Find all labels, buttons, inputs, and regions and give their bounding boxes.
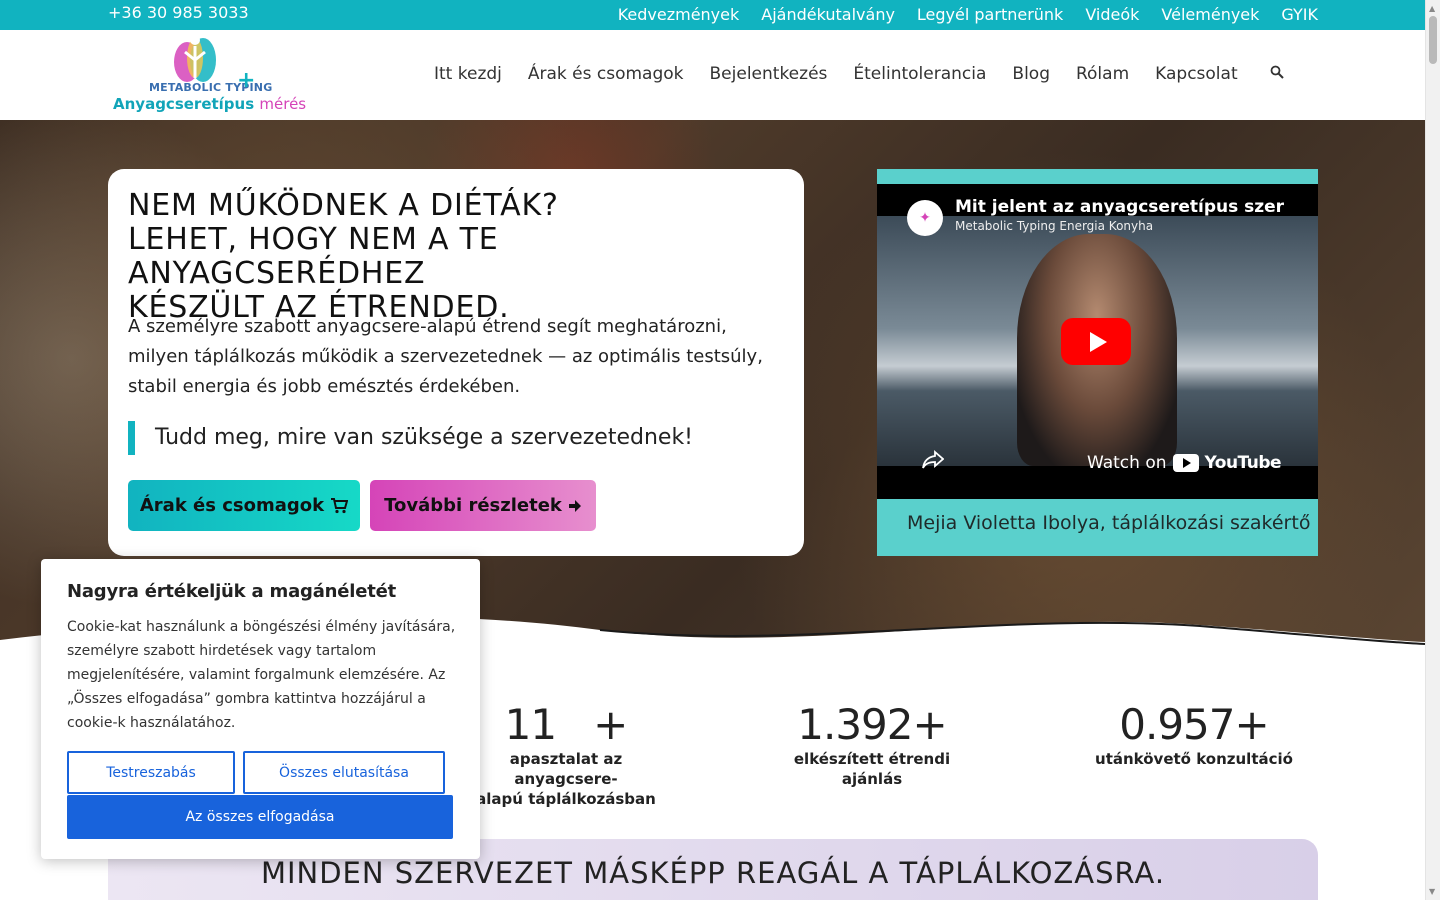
stat-suffix: + [593, 700, 628, 749]
logo-figure-icon [174, 35, 216, 82]
stat-label: utánkövető konzultáció [1095, 750, 1293, 768]
stat-value: 1.392 [797, 700, 913, 749]
nav-item-blog[interactable]: Blog [1012, 64, 1050, 84]
nav-item-arak[interactable]: Árak és csomagok [528, 64, 684, 84]
scroll-up-icon[interactable]: ▲ [1429, 4, 1435, 13]
hero-title-line1: NEM MŰKÖDNEK A DIÉTÁK? [128, 188, 559, 223]
top-bar: +36 30 985 3033 Kedvezmények Ajándékutal… [0, 0, 1425, 30]
page-scrollbar[interactable]: ▲ ▼ [1425, 0, 1440, 900]
channel-avatar-icon[interactable]: ✦ [907, 200, 943, 236]
top-link-gyik[interactable]: GYIK [1281, 5, 1318, 24]
site-header: METABOLIC TYPING + Anyagcseretípus mérés… [0, 30, 1425, 120]
youtube-wordmark: YouTube [1204, 453, 1282, 473]
cookie-consent-dialog: Nagyra értékeljük a magánéletét Cookie-k… [41, 559, 480, 859]
logo-big-text: Anyagcseretípus mérés [113, 95, 306, 113]
nav-item-itt-kezdj[interactable]: Itt kezdj [434, 64, 502, 84]
nav-item-rolam[interactable]: Rólam [1076, 64, 1129, 84]
logo-big-text-main: Anyagcseretípus [113, 95, 255, 113]
stat-label: elkészített étrendi ajánlás [793, 750, 951, 788]
logo-big-text-pink: mérés [259, 95, 307, 113]
stat-label: apasztalat az anyagcsere-alapú táplálkoz… [466, 749, 666, 809]
stat-consultations: 0.957+ utánkövető konzultáció [1094, 700, 1294, 769]
watch-on-label: Watch on [1087, 453, 1167, 473]
nav-item-etelintolerancia[interactable]: Ételintolerancia [853, 64, 986, 84]
watch-on-youtube-link[interactable]: Watch on YouTube [1087, 448, 1282, 478]
hero-card: NEM MŰKÖDNEK A DIÉTÁK? LEHET, HOGY NEM A… [108, 169, 804, 556]
youtube-embed[interactable]: ✦ Mit jelent az anyagcseretípus szerinti… [877, 184, 1318, 499]
video-caption: Mejia Violetta Ibolya, táplálkozási szak… [907, 512, 1311, 534]
hero-quote: Tudd meg, mire van szüksége a szervezete… [128, 421, 693, 455]
top-links: Kedvezmények Ajándékutalvány Legyél part… [618, 5, 1318, 24]
share-icon[interactable] [922, 450, 945, 475]
site-logo[interactable]: METABOLIC TYPING + Anyagcseretípus mérés [113, 30, 306, 118]
prices-button-label: Árak és csomagok [139, 495, 325, 516]
nav-item-kapcsolat[interactable]: Kapcsolat [1155, 64, 1237, 84]
youtube-logo-icon [1172, 454, 1199, 472]
stat-suffix: + [912, 700, 948, 749]
phone-number[interactable]: +36 30 985 3033 [108, 3, 249, 22]
nav-item-bejelentkezes[interactable]: Bejelentkezés [710, 64, 828, 84]
video-channel[interactable]: Metabolic Typing Energia Konyha [955, 219, 1153, 233]
stat-label-line1: apasztalat az anyagcsere- [509, 750, 623, 788]
hero-description: A személyre szabott anyagcsere-alapú étr… [128, 316, 763, 397]
stat-suffix: + [1234, 700, 1270, 749]
cookie-title: Nagyra értékeljük a magánéletét [67, 581, 397, 602]
arrow-right-icon [568, 499, 581, 512]
cookie-reject-all-button[interactable]: Összes elutasítása [243, 751, 445, 794]
top-link-ajandekutalvany[interactable]: Ajándékutalvány [761, 5, 895, 24]
stat-diet-plans: 1.392+ elkészített étrendi ajánlás [772, 700, 972, 789]
stat-number: 11 + [466, 700, 666, 749]
more-details-button-label: További részletek [384, 495, 562, 516]
video-title[interactable]: Mit jelent az anyagcseretípus szerinti t… [955, 197, 1285, 217]
top-link-velemenyek[interactable]: Vélemények [1161, 5, 1259, 24]
stat-label-line2: alapú táplálkozásban [476, 790, 656, 808]
hero-title: NEM MŰKÖDNEK A DIÉTÁK? LEHET, HOGY NEM A… [128, 189, 804, 325]
stat-value: 0.957 [1119, 700, 1235, 749]
play-icon [1089, 331, 1107, 352]
play-button[interactable] [1061, 318, 1131, 365]
cart-icon [331, 497, 349, 513]
stat-number: 0.957+ [1094, 700, 1294, 749]
banner-title: MINDEN SZERVEZET MÁSKÉPP REAGÁL A TÁPLÁL… [260, 856, 1166, 890]
hero-title-line2: LEHET, HOGY NEM A TE ANYAGCSERÉDHEZ [128, 222, 499, 291]
stat-number: 1.392+ [772, 700, 972, 749]
prices-button[interactable]: Árak és csomagok [128, 480, 360, 531]
top-link-kedvezmenyek[interactable]: Kedvezmények [618, 5, 740, 24]
search-icon[interactable] [1270, 64, 1284, 84]
scrollbar-thumb[interactable] [1429, 16, 1437, 64]
top-link-partner[interactable]: Legyél partnerünk [917, 5, 1063, 24]
video-card: ✦ Mit jelent az anyagcseretípus szerinti… [877, 169, 1318, 556]
stat-experience: 11 + apasztalat az anyagcsere-alapú tápl… [466, 700, 666, 809]
top-link-videok[interactable]: Videók [1085, 5, 1139, 24]
stat-value: 11 [504, 700, 557, 749]
cookie-accept-all-button[interactable]: Az összes elfogadása [67, 795, 453, 839]
scroll-down-icon[interactable]: ▼ [1429, 887, 1435, 896]
cookie-text: Cookie-kat használunk a böngészési élmén… [67, 619, 456, 731]
more-details-button[interactable]: További részletek [370, 480, 596, 531]
cookie-customize-button[interactable]: Testreszabás [67, 751, 235, 794]
logo-plus: + [237, 68, 256, 93]
main-nav: Itt kezdj Árak és csomagok Bejelentkezés… [434, 64, 1284, 84]
